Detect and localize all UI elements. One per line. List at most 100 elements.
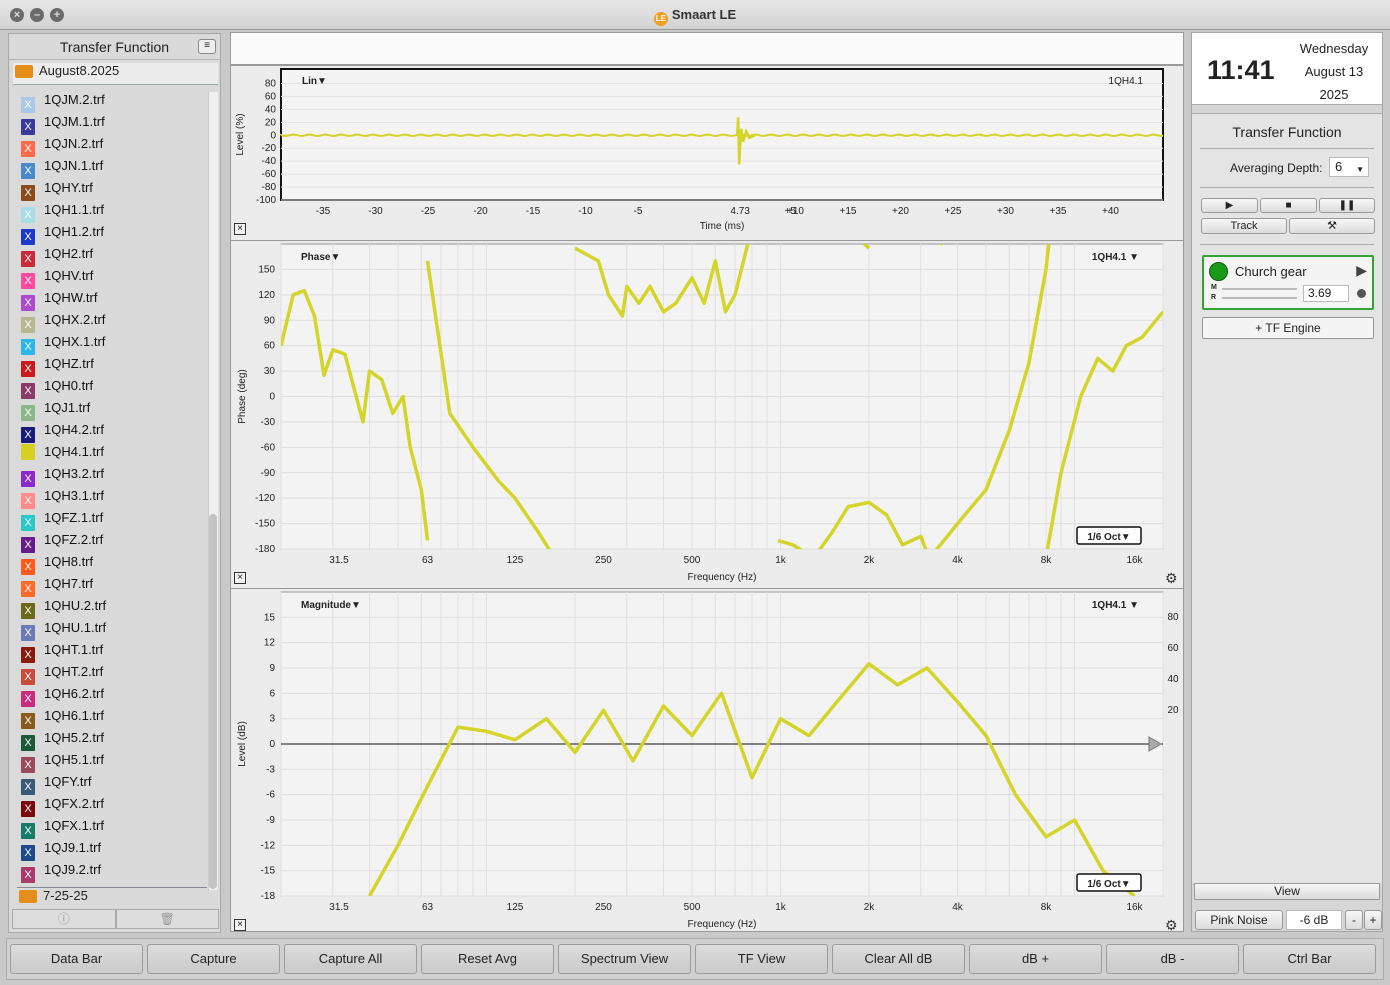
bottom-button-clear-all-db[interactable]: Clear All dB — [832, 944, 965, 974]
file-name: 1QH1.2.trf — [44, 224, 104, 239]
bottom-button-spectrum-view[interactable]: Spectrum View — [558, 944, 691, 974]
list-item[interactable]: X 1QFX.2.trf — [17, 793, 205, 817]
list-item[interactable]: X 1QH1.1.trf — [17, 199, 205, 223]
track-button[interactable]: Track — [1201, 218, 1287, 234]
noise-level-field[interactable]: -6 dB — [1286, 910, 1342, 930]
list-item[interactable]: X 1QFZ.2.trf — [17, 529, 205, 553]
close-magnitude-icon[interactable]: × — [234, 919, 246, 931]
magnitude-chart[interactable]: 15129630-3-6-9-12-15-1831.5 63 125 250 500 1k… — [231, 589, 1183, 932]
bottom-button-ctrl-bar[interactable]: Ctrl Bar — [1243, 944, 1376, 974]
list-item[interactable]: X 1QJ9.1.trf — [17, 837, 205, 861]
file-name: 1QHX.2.trf — [44, 312, 106, 327]
y-tick-label: 9 — [269, 663, 275, 674]
pink-noise-button[interactable]: Pink Noise — [1195, 910, 1283, 930]
bottom-button-db-[interactable]: dB - — [1106, 944, 1239, 974]
bottom-button-capture-all[interactable]: Capture All — [284, 944, 417, 974]
play-arrow-icon[interactable]: ▶ — [1356, 262, 1367, 279]
tools-icon[interactable]: ⚒ — [1289, 218, 1375, 234]
phase-chart[interactable]: 150 120 90 60 30 0 -30 -60 -90 -120 -150 -180 31.5 63… — [231, 241, 1183, 589]
level-minus-button[interactable]: - — [1345, 910, 1363, 930]
x-axis-label: Time (ms) — [700, 221, 745, 232]
list-item[interactable]: X 1QH0.trf — [17, 375, 205, 399]
close-phase-icon[interactable]: × — [234, 572, 246, 584]
list-item[interactable]: X 1QH3.2.trf — [17, 463, 205, 487]
list-item[interactable]: X 1QHU.1.trf — [17, 617, 205, 641]
gear-icon[interactable]: ⚙ — [1165, 918, 1179, 932]
list-item[interactable]: X 1QHX.2.trf — [17, 309, 205, 333]
sidebar-menu-icon[interactable]: ≡ — [198, 39, 216, 54]
list-item[interactable]: X 1QHX.1.trf — [17, 331, 205, 355]
scrollbar-thumb[interactable] — [209, 514, 217, 889]
bottom-button-db-[interactable]: dB + — [969, 944, 1102, 974]
list-item[interactable]: X 1QJN.2.trf — [17, 133, 205, 157]
delay-field[interactable]: 3.69 — [1303, 285, 1349, 302]
list-item[interactable]: X 1QH6.1.trf — [17, 705, 205, 729]
bottom-button-reset-avg[interactable]: Reset Avg — [421, 944, 554, 974]
impulse-chart[interactable]: 80 60 40 20 0 -20 -40 -60 -80 -100 -35 -30 -25 -20 -15… — [231, 66, 1183, 241]
y-tick-label: 40 — [265, 104, 277, 115]
list-item[interactable]: X 1QH8.trf — [17, 551, 205, 575]
list-item[interactable]: X 1QH6.2.trf — [17, 683, 205, 707]
averaging-select[interactable]: 6 ▼ — [1329, 157, 1369, 177]
add-tf-engine-button[interactable]: + TF Engine — [1202, 317, 1374, 339]
folder-august[interactable]: August8.2025 — [13, 63, 218, 85]
trash-icon[interactable]: 🗑 — [115, 909, 219, 929]
folder-7-25-25[interactable]: 7-25-25 — [17, 887, 207, 907]
x-tick-label: +40 — [1102, 206, 1119, 217]
list-item[interactable]: X 1QJ9.2.trf — [17, 859, 205, 883]
play-button[interactable]: ▶ — [1201, 198, 1258, 213]
list-item[interactable]: X 1QH7.trf — [17, 573, 205, 597]
list-item[interactable]: 1QH4.1.trf — [17, 441, 205, 463]
x-tick-label: +15 — [840, 206, 857, 217]
list-item[interactable]: X 1QFZ.1.trf — [17, 507, 205, 531]
view-button[interactable]: View — [1194, 883, 1380, 900]
file-name: 1QJM.2.trf — [44, 92, 105, 107]
list-item[interactable]: X 1QH5.2.trf — [17, 727, 205, 751]
y-tick-label: 90 — [264, 315, 276, 326]
list-item[interactable]: X 1QJN.1.trf — [17, 155, 205, 179]
list-item[interactable]: X 1QH5.1.trf — [17, 749, 205, 773]
bottom-button-capture[interactable]: Capture — [147, 944, 280, 974]
list-item[interactable]: X 1QJ1.trf — [17, 397, 205, 421]
list-item[interactable]: X 1QHT.2.trf — [17, 661, 205, 685]
list-item[interactable]: X 1QH1.2.trf — [17, 221, 205, 245]
file-name: 1QH1.1.trf — [44, 202, 104, 217]
list-item[interactable]: X 1QHY.trf — [17, 177, 205, 201]
window-title-text: Smaart LE — [671, 7, 737, 22]
list-item[interactable]: X 1QJM.1.trf — [17, 111, 205, 135]
y-tick-label: 0 — [269, 392, 275, 403]
list-item[interactable]: X 1QFX.1.trf — [17, 815, 205, 839]
stop-button[interactable]: ■ — [1260, 198, 1317, 213]
file-name: 1QJM.1.trf — [44, 114, 105, 129]
engine-status-icon[interactable] — [1209, 262, 1228, 281]
bottom-button-tf-view[interactable]: TF View — [695, 944, 828, 974]
list-item[interactable]: X 1QHT.1.trf — [17, 639, 205, 663]
list-item[interactable]: X 1QFY.trf — [17, 771, 205, 795]
close-impulse-icon[interactable]: × — [234, 223, 246, 235]
list-item[interactable]: X 1QH2.trf — [17, 243, 205, 267]
list-item[interactable]: X 1QHV.trf — [17, 265, 205, 289]
pause-button[interactable]: ❚❚ — [1319, 198, 1375, 213]
record-icon[interactable] — [1357, 289, 1366, 298]
list-item[interactable]: X 1QH4.2.trf — [17, 419, 205, 443]
y-tick-label: -3 — [266, 764, 275, 775]
trace-label: 1QH4.1 ▼ — [1092, 600, 1139, 611]
magnitude-panel: 15 12 9 6 3 0 -3 -6 -9 -12 -15 -18 31.5 63 125 250 500 1k… — [231, 588, 1183, 932]
bottom-button-data-bar[interactable]: Data Bar — [10, 944, 143, 974]
list-item[interactable]: X 1QH3.1.trf — [17, 485, 205, 509]
list-item[interactable]: X 1QHZ.trf — [17, 353, 205, 377]
y-tick-label: 60 — [264, 341, 276, 352]
file-name: 1QHX.1.trf — [44, 334, 106, 349]
info-icon[interactable]: ⓘ — [12, 909, 116, 929]
x-tick-label: 250 — [595, 902, 612, 913]
y-tick-label: -90 — [261, 468, 276, 479]
level-plus-button[interactable]: + — [1364, 910, 1382, 930]
list-item[interactable]: X 1QJM.2.trf — [17, 89, 205, 113]
list-item[interactable]: X 1QHW.trf — [17, 287, 205, 311]
engine-card[interactable]: Church gear ▶ M R 3.69 — [1202, 255, 1374, 310]
gear-icon[interactable]: ⚙ — [1165, 571, 1179, 585]
y-tick-label: 30 — [264, 366, 276, 377]
sidebar-bottom-bar: ⓘ 🗑 — [12, 909, 219, 929]
x-tick-label: +25 — [945, 206, 962, 217]
list-item[interactable]: X 1QHU.2.trf — [17, 595, 205, 619]
